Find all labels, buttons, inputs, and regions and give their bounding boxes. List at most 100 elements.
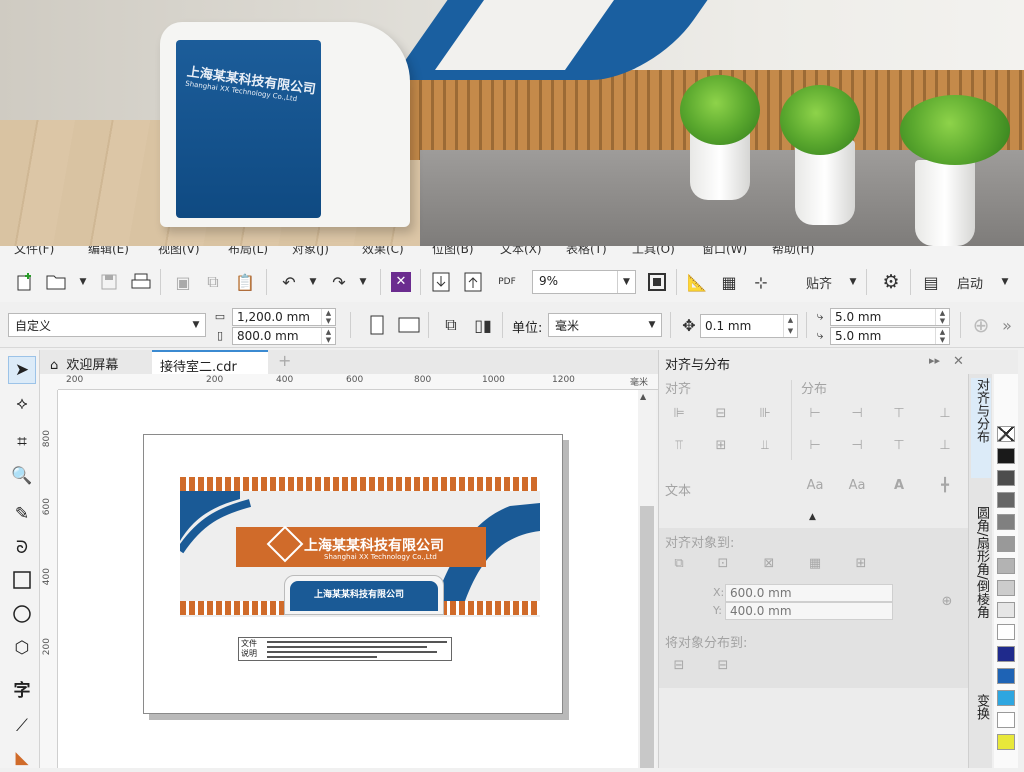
toolbar-overflow-icon[interactable]: »: [994, 312, 1020, 338]
line-tool-icon[interactable]: ⟋: [8, 712, 36, 740]
menu-item[interactable]: 对象(J): [292, 246, 329, 257]
ellipse-tool-icon[interactable]: [8, 600, 36, 628]
launcher-dropdown-icon[interactable]: ▼: [992, 269, 1018, 295]
docker-expand-icon[interactable]: ▸▸: [929, 354, 940, 367]
align-to-grid-icon[interactable]: ▦: [805, 556, 825, 576]
cut-icon[interactable]: ▣: [170, 269, 196, 295]
menu-item[interactable]: 窗口(W): [702, 246, 747, 257]
dup-x-spinner-icon[interactable]: ▲ ▼: [935, 309, 949, 325]
rectangle-tool-icon[interactable]: [8, 566, 36, 594]
color-swatch[interactable]: [997, 712, 1015, 728]
polygon-tool-icon[interactable]: ⬡: [8, 634, 36, 662]
color-swatch[interactable]: [997, 580, 1015, 596]
page-height-field[interactable]: 800.0 mm ▲ ▼: [232, 327, 336, 345]
zoom-level-combo[interactable]: 9% ▼: [532, 270, 636, 294]
color-swatch[interactable]: [997, 514, 1015, 530]
copy-icon[interactable]: ⧉: [200, 269, 226, 295]
menu-item[interactable]: 帮助(H): [772, 246, 814, 257]
open-folder-icon[interactable]: [44, 269, 70, 295]
distribute-spacing-h-icon[interactable]: ⊥: [935, 406, 955, 426]
color-swatch[interactable]: [997, 690, 1015, 706]
vertical-scrollbar[interactable]: ▲: [638, 390, 656, 768]
dup-y-spinner-icon[interactable]: ▲ ▼: [935, 328, 949, 344]
collapse-section-icon[interactable]: ▲: [809, 512, 816, 522]
align-top-icon[interactable]: ⫪: [669, 438, 689, 458]
redo-icon[interactable]: ↷: [326, 269, 352, 295]
height-spinner-icon[interactable]: ▲ ▼: [321, 328, 335, 344]
crop-tool-icon[interactable]: ⌗: [8, 428, 36, 456]
distribute-spacing-v-icon[interactable]: ⊥: [935, 438, 955, 458]
nudge-spinner-icon[interactable]: ▲ ▼: [783, 315, 797, 337]
design-note-box[interactable]: 文件 说明: [238, 637, 452, 661]
show-grid-icon[interactable]: ▦: [716, 269, 742, 295]
text-outline-icon[interactable]: ╋: [935, 478, 955, 498]
publish-pdf-icon[interactable]: PDF: [494, 269, 520, 295]
y-coordinate-field[interactable]: 400.0 mm: [725, 602, 893, 620]
units-combo[interactable]: 毫米 ▼: [548, 313, 662, 337]
distribute-top-icon[interactable]: ⊢: [805, 438, 825, 458]
color-swatch[interactable]: [997, 492, 1015, 508]
preset-dropdown-icon[interactable]: ▼: [187, 314, 205, 336]
menu-item[interactable]: 文件(F): [14, 246, 54, 257]
color-swatch[interactable]: [997, 448, 1015, 464]
align-to-active-object-icon[interactable]: ⧉: [669, 556, 689, 576]
color-swatch[interactable]: [997, 558, 1015, 574]
menu-item[interactable]: 视图(V): [158, 246, 200, 257]
no-color-swatch-icon[interactable]: [997, 426, 1015, 442]
open-dropdown-arrow-icon[interactable]: ▼: [70, 269, 96, 295]
snap-to-button[interactable]: 贴齐: [794, 269, 844, 295]
distribute-center-h-icon[interactable]: ⊣: [847, 406, 867, 426]
width-spinner-icon[interactable]: ▲ ▼: [321, 309, 335, 325]
document-page[interactable]: 上海某某科技有限公司 Shanghai XX Technology Co.,Lt…: [143, 434, 563, 714]
distribute-bottom-icon[interactable]: ⊤: [889, 438, 909, 458]
distribute-center-v-icon[interactable]: ⊣: [847, 438, 867, 458]
landscape-icon[interactable]: [396, 312, 422, 338]
zoom-tool-icon[interactable]: 🔍: [8, 462, 36, 490]
quick-customize-add-icon[interactable]: ⊕: [968, 312, 994, 338]
app-launcher-button[interactable]: 启动: [948, 269, 992, 295]
menu-item[interactable]: 位图(B): [432, 246, 474, 257]
freehand-tool-icon[interactable]: ✎: [8, 500, 36, 528]
new-document-icon[interactable]: [12, 269, 38, 295]
color-swatch[interactable]: [997, 602, 1015, 618]
align-left-icon[interactable]: ⊫: [669, 406, 689, 426]
scrollbar-thumb[interactable]: [640, 506, 654, 768]
portrait-icon[interactable]: [364, 312, 390, 338]
all-pages-icon[interactable]: ⧉: [438, 312, 464, 338]
menu-item[interactable]: 布局(L): [228, 246, 268, 257]
distribute-to-selection-icon[interactable]: ⊟: [669, 658, 689, 678]
align-right-icon[interactable]: ⊪: [755, 406, 775, 426]
pick-point-icon[interactable]: ⊕: [937, 594, 957, 614]
duplicate-distance-x-field[interactable]: 5.0 mm ▲ ▼: [830, 308, 950, 326]
scroll-up-icon[interactable]: ▲: [640, 392, 646, 401]
units-dropdown-icon[interactable]: ▼: [643, 314, 661, 336]
x-coordinate-field[interactable]: 600.0 mm: [725, 584, 893, 602]
artistic-media-tool-icon[interactable]: ᘐ: [8, 534, 36, 562]
paste-icon[interactable]: 📋: [232, 269, 258, 295]
menu-item[interactable]: 编辑(E): [88, 246, 129, 257]
ruler-origin[interactable]: [40, 374, 58, 390]
color-swatch[interactable]: [997, 734, 1015, 750]
shape-tool-icon[interactable]: ⟡: [8, 390, 36, 418]
side-tab-fillet-chamfer[interactable]: 圆角/扇形角/倒棱角: [971, 506, 991, 676]
zoom-dropdown-icon[interactable]: ▼: [617, 271, 635, 293]
search-content-icon[interactable]: ✕: [388, 269, 414, 295]
align-to-page-center-icon[interactable]: ⊠: [759, 556, 779, 576]
save-icon[interactable]: [96, 269, 122, 295]
color-swatch[interactable]: [997, 646, 1015, 662]
docker-close-icon[interactable]: ✕: [953, 354, 964, 369]
tab-document[interactable]: 接待室二.cdr: [152, 350, 268, 375]
show-guidelines-icon[interactable]: ⊹: [748, 269, 774, 295]
side-tab-transform[interactable]: 变换: [971, 694, 991, 754]
duplicate-distance-y-field[interactable]: 5.0 mm ▲ ▼: [830, 327, 950, 345]
text-tool-icon[interactable]: 字: [8, 674, 36, 702]
pick-tool-icon[interactable]: ➤: [8, 356, 36, 384]
import-icon[interactable]: [428, 269, 454, 295]
color-swatch[interactable]: [997, 668, 1015, 684]
color-swatch[interactable]: [997, 624, 1015, 640]
distribute-to-page-icon[interactable]: ⊟: [713, 658, 733, 678]
tab-welcome-screen[interactable]: ⌂ 欢迎屏幕: [42, 350, 126, 374]
align-bottom-icon[interactable]: ⫫: [755, 438, 775, 458]
menu-item[interactable]: 工具(O): [632, 246, 675, 257]
nudge-distance-field[interactable]: 0.1 mm ▲ ▼: [700, 314, 798, 338]
